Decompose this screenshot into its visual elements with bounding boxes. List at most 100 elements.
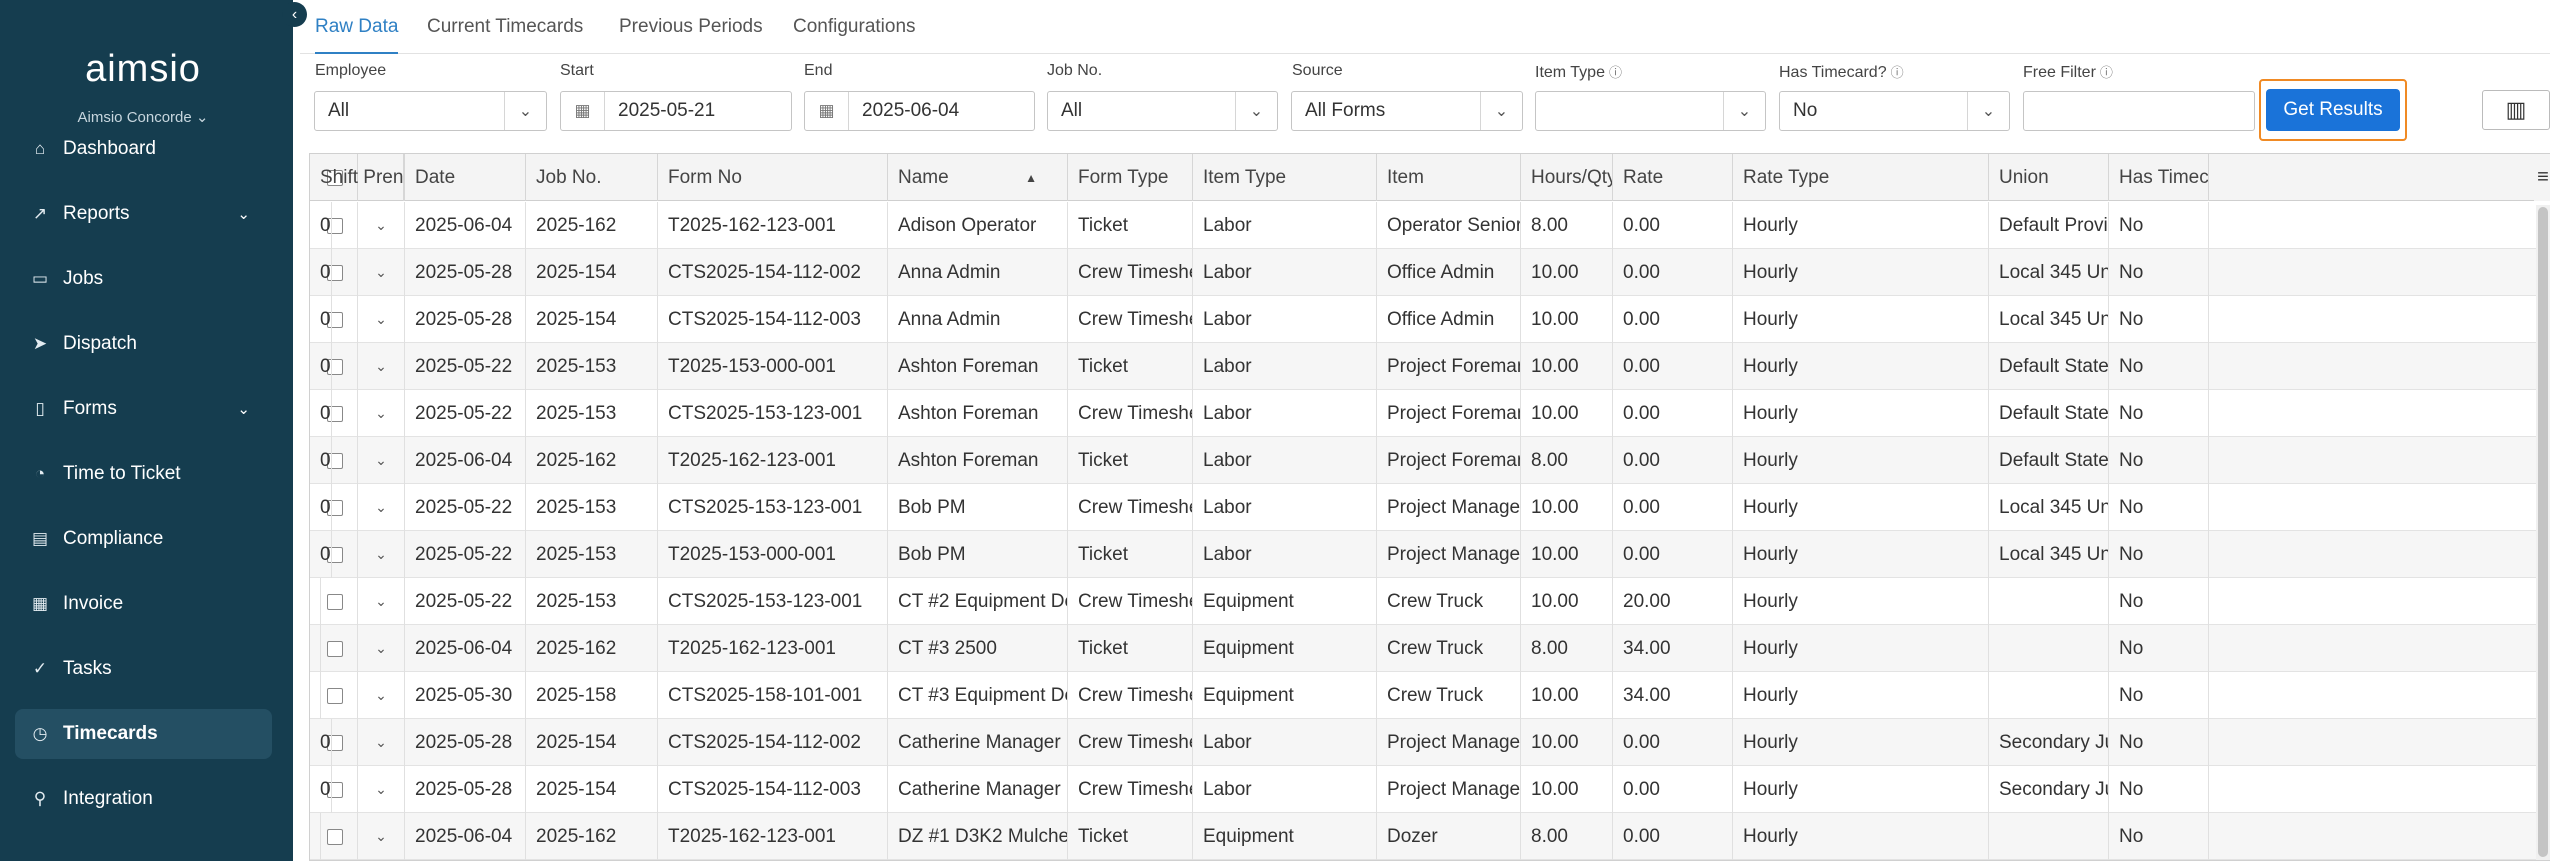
- source-select[interactable]: All Forms ⌄: [1291, 91, 1523, 131]
- table-row[interactable]: ⌄ 2025-06-04 2025-162 T2025-162-123-001 CT #…: [310, 625, 2550, 672]
- column-header-item[interactable]: Item: [1377, 154, 1521, 201]
- table-row[interactable]: ⌄ 2025-05-28 2025-154 CTS2025-154-112-003 Ca…: [310, 766, 2550, 813]
- column-header-shift-pren[interactable]: Shift Pren: [310, 154, 405, 201]
- expand-row-chevron-icon[interactable]: ⌄: [358, 578, 405, 625]
- table-cell: [310, 578, 321, 625]
- row-checkbox[interactable]: [327, 687, 343, 704]
- row-checkbox[interactable]: [327, 593, 343, 610]
- table-cell: 2025-154: [526, 296, 658, 343]
- table-cell: 2025-153: [526, 578, 658, 625]
- table-cell: Hourly: [1733, 437, 1989, 484]
- table-row[interactable]: ⌄ 2025-06-04 2025-162 T2025-162-123-001 Adis…: [310, 202, 2550, 249]
- table-cell: Local 345 Union: [1989, 296, 2109, 343]
- tab-previous-periods[interactable]: Previous Periods: [619, 16, 763, 52]
- expand-row-chevron-icon[interactable]: ⌄: [358, 202, 405, 249]
- column-header-item-type[interactable]: Item Type: [1193, 154, 1377, 201]
- row-checkbox[interactable]: [327, 640, 343, 657]
- free-filter-input[interactable]: [2023, 91, 2255, 131]
- table-cell: 2025-05-22: [405, 390, 526, 437]
- get-results-button[interactable]: Get Results: [2266, 89, 2400, 131]
- expand-row-chevron-icon[interactable]: ⌄: [358, 343, 405, 390]
- info-icon[interactable]: ⓘ: [2100, 65, 2113, 80]
- row-checkbox[interactable]: [327, 828, 343, 845]
- column-header-job-no[interactable]: Job No.: [526, 154, 658, 201]
- table-row[interactable]: ⌄ 2025-05-22 2025-153 T2025-153-000-001 Bob …: [310, 531, 2550, 578]
- sidebar-item-tasks[interactable]: ✓ Tasks: [15, 644, 272, 694]
- column-header-rate-type[interactable]: Rate Type: [1733, 154, 1989, 201]
- end-date-input[interactable]: ▦ 2025-06-04: [804, 91, 1035, 131]
- has-timecard-select[interactable]: No ⌄: [1779, 91, 2010, 131]
- expand-row-chevron-icon[interactable]: ⌄: [358, 672, 405, 719]
- table-row[interactable]: ⌄ 2025-06-04 2025-162 T2025-162-123-001 DZ #…: [310, 813, 2550, 860]
- expand-row-chevron-icon[interactable]: ⌄: [358, 390, 405, 437]
- columns-icon: ▥: [2505, 97, 2527, 122]
- job-no-select[interactable]: All ⌄: [1047, 91, 1278, 131]
- table-row[interactable]: ⌄ 2025-05-22 2025-153 CTS2025-153-123-001 As…: [310, 390, 2550, 437]
- expand-row-chevron-icon[interactable]: ⌄: [358, 719, 405, 766]
- column-header-rate[interactable]: Rate: [1613, 154, 1733, 201]
- table-cell: CT #3 Equipment Description 7 - t...: [888, 672, 1068, 719]
- column-header-form-no[interactable]: Form No: [658, 154, 888, 201]
- table-cell: 0.00: [1613, 249, 1733, 296]
- sidebar-item-reports[interactable]: ↗ Reports ⌄: [15, 189, 272, 239]
- aimsio-logo[interactable]: aimsio: [0, 48, 286, 91]
- table-row[interactable]: ⌄ 2025-05-22 2025-153 T2025-153-000-001 Asht…: [310, 343, 2550, 390]
- sort-ascending-icon: ▲: [1025, 170, 1037, 185]
- table-row[interactable]: ⌄ 2025-05-28 2025-154 CTS2025-154-112-002 Ca…: [310, 719, 2550, 766]
- table-row[interactable]: ⌄ 2025-05-30 2025-158 CTS2025-158-101-001 CT…: [310, 672, 2550, 719]
- table-cell: 0.00: [1613, 202, 1733, 249]
- tab-raw-data[interactable]: Raw Data: [315, 16, 399, 54]
- table-row[interactable]: ⌄ 2025-05-22 2025-153 CTS2025-153-123-001 Bo…: [310, 484, 2550, 531]
- sidebar-item-forms[interactable]: ▯ Forms ⌄: [15, 384, 272, 434]
- expand-row-chevron-icon[interactable]: ⌄: [358, 813, 405, 860]
- column-header-hours-qty[interactable]: Hours/Qty: [1521, 154, 1613, 201]
- collapse-sidebar-button[interactable]: ‹: [282, 2, 307, 27]
- expand-row-chevron-icon[interactable]: ⌄: [358, 531, 405, 578]
- expand-row-chevron-icon[interactable]: ⌄: [358, 766, 405, 813]
- column-header-has-timec[interactable]: Has Timec...: [2109, 154, 2209, 201]
- sidebar-item-invoice[interactable]: ▦ Invoice: [15, 579, 272, 629]
- table-row[interactable]: ⌄ 2025-05-22 2025-153 CTS2025-153-123-001 CT…: [310, 578, 2550, 625]
- sidebar-item-dispatch[interactable]: ➤ Dispatch: [15, 319, 272, 369]
- table-cell: 2025-153: [526, 484, 658, 531]
- grid-menu-icon[interactable]: ≡: [2534, 154, 2550, 201]
- table-cell: Crew Timesheet: [1068, 484, 1193, 531]
- column-header-date[interactable]: Date: [405, 154, 526, 201]
- tab-configurations[interactable]: Configurations: [793, 16, 916, 52]
- info-icon[interactable]: ⓘ: [1891, 65, 1904, 80]
- column-header-name[interactable]: Name ▲: [888, 154, 1068, 201]
- table-cell: 10.00: [1521, 249, 1613, 296]
- tab-current-timecards[interactable]: Current Timecards: [427, 16, 583, 52]
- expand-row-chevron-icon[interactable]: ⌄: [358, 484, 405, 531]
- table-cell: Crew Truck: [1377, 625, 1521, 672]
- table-cell: No: [2109, 813, 2209, 860]
- sidebar-item-timecards[interactable]: ◷ Timecards: [15, 709, 272, 759]
- sidebar-item-jobs[interactable]: ▭ Jobs: [15, 254, 272, 304]
- table-cell: 0: [310, 531, 332, 578]
- expand-row-chevron-icon[interactable]: ⌄: [358, 625, 405, 672]
- vertical-scrollbar[interactable]: [2536, 205, 2550, 860]
- sidebar-item-time-to-ticket[interactable]: ◔ Time to Ticket: [15, 449, 272, 499]
- chevron-down-icon[interactable]: ⌄: [237, 400, 250, 418]
- sidebar-item-integration[interactable]: ⚲ Integration: [15, 774, 272, 824]
- chevron-down-icon[interactable]: ⌄: [237, 205, 250, 223]
- info-icon[interactable]: ⓘ: [1609, 65, 1622, 80]
- start-date-input[interactable]: ▦ 2025-05-21: [560, 91, 792, 131]
- table-cell: 2025-06-04: [405, 202, 526, 249]
- expand-row-chevron-icon[interactable]: ⌄: [358, 296, 405, 343]
- employee-select[interactable]: All ⌄: [314, 91, 547, 131]
- column-chooser-button[interactable]: ▥: [2482, 90, 2550, 130]
- sidebar-item-dashboard[interactable]: ⌂ Dashboard: [15, 124, 272, 174]
- table-row[interactable]: ⌄ 2025-05-28 2025-154 CTS2025-154-112-003 An…: [310, 296, 2550, 343]
- column-header-union[interactable]: Union: [1989, 154, 2109, 201]
- expand-row-chevron-icon[interactable]: ⌄: [358, 249, 405, 296]
- sidebar-item-compliance[interactable]: ▤ Compliance: [15, 514, 272, 564]
- table-row[interactable]: ⌄ 2025-05-28 2025-154 CTS2025-154-112-002 An…: [310, 249, 2550, 296]
- item-type-select[interactable]: ⌄: [1535, 91, 1766, 131]
- table-cell: Secondary Jurisdiction: [1989, 766, 2109, 813]
- scrollbar-thumb[interactable]: [2538, 207, 2548, 857]
- expand-row-chevron-icon[interactable]: ⌄: [358, 437, 405, 484]
- table-row[interactable]: ⌄ 2025-06-04 2025-162 T2025-162-123-001 Asht…: [310, 437, 2550, 484]
- column-header-form-type[interactable]: Form Type: [1068, 154, 1193, 201]
- table-cell: 10.00: [1521, 390, 1613, 437]
